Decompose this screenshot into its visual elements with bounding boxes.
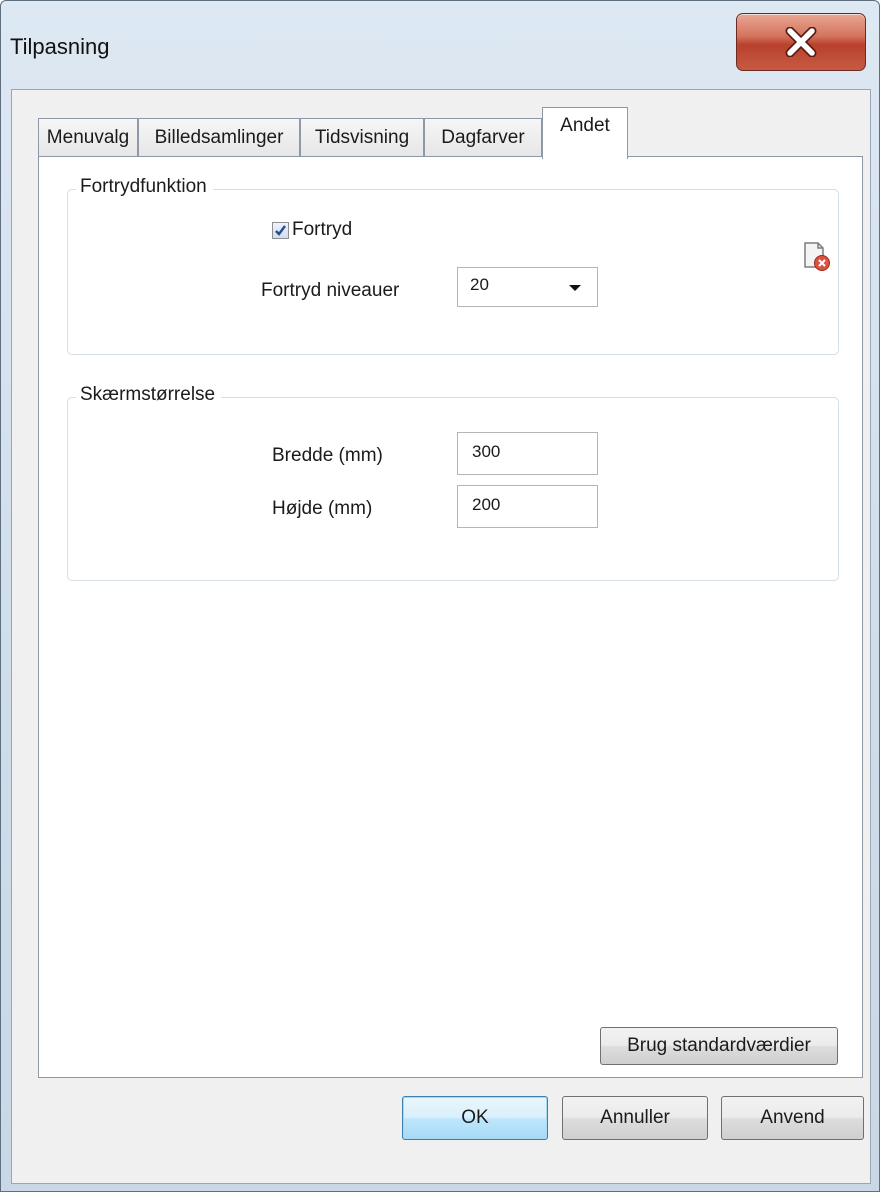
tab-andet[interactable]: Andet: [542, 107, 628, 159]
undo-group-title: Fortrydfunktion: [76, 176, 213, 198]
undo-levels-dropdown[interactable]: 20: [457, 267, 598, 307]
dialog-client-area: Menuvalg Billedsamlinger Tidsvisning Dag…: [11, 89, 871, 1184]
tab-label: Andet: [560, 115, 610, 136]
tab-dagfarver[interactable]: Dagfarver: [424, 118, 542, 157]
width-field[interactable]: 300: [457, 432, 598, 475]
undo-checkbox[interactable]: [272, 222, 289, 239]
tab-label: Tidsvisning: [314, 127, 410, 148]
dialog-window: Tilpasning Menuvalg Billedsamlinger Tids…: [0, 0, 880, 1192]
height-value: 200: [472, 495, 501, 514]
undo-groupbox: Fortrydfunktion: [67, 176, 839, 355]
tab-label: Billedsamlinger: [154, 127, 284, 148]
title-bar[interactable]: Tilpasning: [1, 1, 879, 89]
chevron-down-icon: [569, 285, 581, 291]
tab-billedsamlinger[interactable]: Billedsamlinger: [138, 118, 300, 157]
close-button[interactable]: [736, 13, 866, 71]
close-icon: [785, 27, 817, 57]
window-title: Tilpasning: [10, 34, 110, 59]
cancel-button[interactable]: Annuller: [562, 1096, 708, 1140]
undo-checkbox-label[interactable]: Fortryd: [292, 219, 352, 241]
tab-label: Menuvalg: [46, 127, 130, 148]
checkmark-icon: [275, 225, 286, 236]
ok-button[interactable]: OK: [402, 1096, 548, 1140]
restore-defaults-button[interactable]: Brug standardværdier: [600, 1027, 838, 1065]
height-label: Højde (mm): [272, 498, 373, 519]
tab-panel-andet: Fortrydfunktion Fortryd Fortryd niveauer…: [38, 156, 863, 1078]
height-field[interactable]: 200: [457, 485, 598, 528]
reset-settings-icon[interactable]: [802, 241, 832, 273]
tab-tidsvisning[interactable]: Tidsvisning: [300, 118, 424, 157]
screen-size-group-title: Skærmstørrelse: [76, 384, 222, 406]
screen-size-groupbox: Skærmstørrelse: [67, 384, 839, 581]
tab-menuvalg[interactable]: Menuvalg: [38, 118, 138, 157]
apply-button[interactable]: Anvend: [721, 1096, 864, 1140]
undo-levels-label: Fortryd niveauer: [261, 280, 400, 301]
tab-label: Dagfarver: [441, 127, 525, 148]
undo-levels-value: 20: [470, 275, 489, 294]
width-label: Bredde (mm): [272, 445, 383, 466]
width-value: 300: [472, 442, 501, 461]
